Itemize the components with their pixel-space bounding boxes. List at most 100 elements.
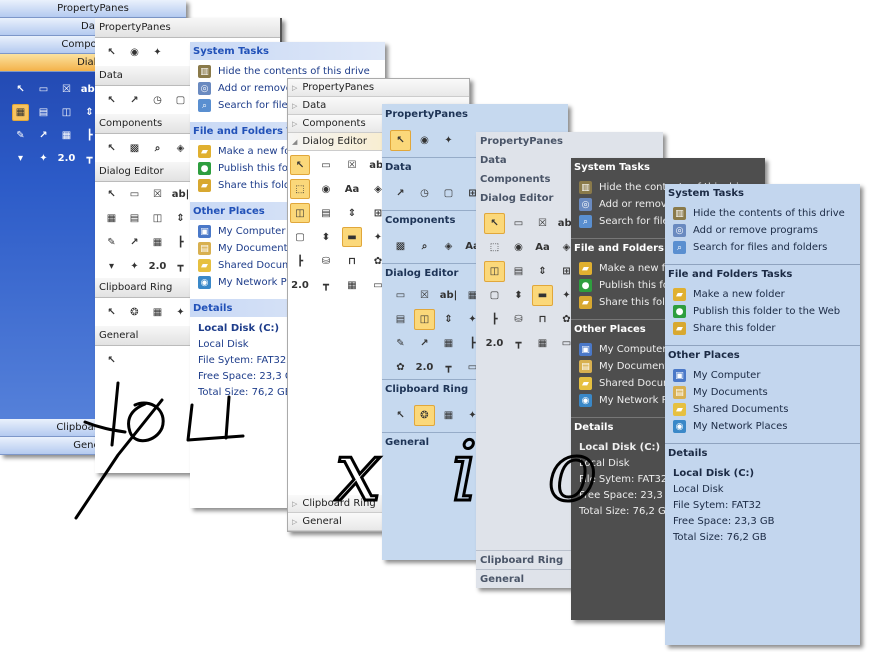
- dialog-icon[interactable]: ▢: [172, 92, 189, 109]
- task-section-header[interactable]: Other Places: [665, 346, 860, 364]
- pointer-icon[interactable]: ↖: [484, 212, 505, 234]
- package-icon[interactable]: ◈: [172, 140, 189, 157]
- updown-icon[interactable]: ⬍: [508, 285, 529, 306]
- ip-address-icon[interactable]: 2.0: [290, 275, 310, 295]
- chart-icon[interactable]: ↗: [414, 333, 435, 354]
- pointer-icon[interactable]: ↖: [290, 155, 310, 175]
- grid-icon[interactable]: ▦: [149, 234, 166, 251]
- section-header[interactable]: PropertyPanes: [382, 104, 568, 124]
- tree-icon[interactable]: ┣: [172, 234, 189, 251]
- tree-icon[interactable]: ┣: [290, 251, 310, 271]
- task-section-header[interactable]: System Tasks: [190, 42, 385, 60]
- checkbox-icon[interactable]: ☒: [149, 186, 166, 203]
- label-icon[interactable]: Aa: [532, 237, 553, 258]
- ip-address-icon[interactable]: 2.0: [484, 333, 505, 354]
- section-header[interactable]: PropertyPanes: [0, 0, 186, 18]
- pointer-icon[interactable]: ↖: [103, 304, 120, 321]
- ip-address-icon[interactable]: 2.0: [58, 150, 76, 167]
- progress-icon[interactable]: ▬: [532, 284, 553, 306]
- image-list-icon[interactable]: ▤: [126, 210, 143, 227]
- slider-icon[interactable]: ┳: [508, 333, 529, 354]
- pointer-icon[interactable]: ↖: [103, 44, 120, 61]
- checkbox-icon[interactable]: ☒: [342, 155, 362, 175]
- vertical-spin-icon[interactable]: ⇕: [342, 203, 362, 223]
- groupbox-icon[interactable]: ⬚: [290, 179, 310, 199]
- database-icon[interactable]: ⛁: [508, 309, 529, 330]
- grid-icon[interactable]: ▦: [532, 333, 553, 354]
- pointer-icon[interactable]: ↖: [103, 140, 120, 157]
- component-icon[interactable]: ✦: [35, 150, 52, 167]
- tab-icon[interactable]: ⊓: [532, 309, 553, 330]
- chart-icon[interactable]: ↗: [390, 183, 411, 204]
- button-icon[interactable]: ▭: [35, 81, 52, 98]
- dialog-icon[interactable]: ▢: [484, 285, 505, 306]
- component-icon[interactable]: ✦: [172, 304, 189, 321]
- picture-icon[interactable]: ▦: [12, 104, 29, 121]
- button-icon[interactable]: ▭: [126, 186, 143, 203]
- custom-icon[interactable]: ✿: [390, 357, 411, 378]
- grid-icon[interactable]: ▦: [438, 333, 459, 354]
- timer-icon[interactable]: ◷: [149, 92, 166, 109]
- spin-icon[interactable]: ◫: [149, 210, 166, 227]
- report-icon[interactable]: ▩: [390, 236, 411, 257]
- picture-icon[interactable]: ▦: [103, 210, 120, 227]
- task-link[interactable]: ▥ Hide the contents of this drive: [665, 205, 860, 222]
- spin-icon[interactable]: ◫: [484, 260, 505, 282]
- pointer-icon[interactable]: ↖: [390, 405, 411, 426]
- task-link[interactable]: ▰ Make a new folder: [665, 286, 860, 303]
- checkbox-icon[interactable]: ☒: [414, 285, 435, 306]
- radio-icon[interactable]: ◉: [508, 237, 529, 258]
- tab-icon[interactable]: ⊓: [342, 251, 362, 271]
- groupbox-icon[interactable]: ⬚: [484, 237, 505, 258]
- pointer-icon[interactable]: ↖: [390, 130, 411, 151]
- grid-icon[interactable]: ▦: [342, 275, 362, 295]
- package-icon[interactable]: ◈: [438, 236, 459, 257]
- button-icon[interactable]: ▭: [390, 285, 411, 306]
- section-header[interactable]: PropertyPanes: [95, 18, 280, 38]
- dialog-icon[interactable]: ▢: [438, 183, 459, 204]
- grid-icon[interactable]: ▦: [149, 304, 166, 321]
- checkbox-icon[interactable]: ☒: [532, 213, 553, 234]
- pointer-icon[interactable]: ↖: [103, 186, 120, 203]
- section-header[interactable]: PropertyPanes: [476, 132, 663, 151]
- pointer-icon[interactable]: ↖: [103, 92, 120, 109]
- combo-icon[interactable]: ▾: [103, 258, 120, 275]
- image-list-icon[interactable]: ▤: [316, 203, 336, 223]
- query-icon[interactable]: ⌕: [149, 140, 166, 157]
- spin-icon[interactable]: ◫: [414, 308, 435, 330]
- spin-icon[interactable]: ◫: [58, 104, 75, 121]
- combo-icon[interactable]: ▾: [12, 150, 29, 167]
- task-section-header[interactable]: System Tasks: [571, 158, 765, 176]
- pointer-icon[interactable]: ↖: [12, 81, 29, 98]
- button-icon[interactable]: ▭: [508, 213, 529, 234]
- task-section-header[interactable]: System Tasks: [665, 184, 860, 202]
- ip-address-icon[interactable]: 2.0: [414, 357, 435, 378]
- image-list-icon[interactable]: ▤: [35, 104, 52, 121]
- radio-icon[interactable]: ◉: [316, 179, 336, 199]
- tree-icon[interactable]: ┣: [484, 309, 505, 330]
- ip-address-icon[interactable]: 2.0: [149, 258, 167, 275]
- timer-icon[interactable]: ◷: [414, 183, 435, 204]
- textbox-icon[interactable]: ab|: [172, 186, 190, 203]
- label-icon[interactable]: Aa: [342, 179, 362, 199]
- report-icon[interactable]: ▩: [126, 140, 143, 157]
- button-icon[interactable]: ▭: [316, 155, 336, 175]
- chart-icon[interactable]: ↗: [126, 92, 143, 109]
- grid-icon[interactable]: ▦: [438, 405, 459, 426]
- task-link[interactable]: ◉ My Network Places: [665, 418, 860, 435]
- grid-icon[interactable]: ▦: [58, 127, 75, 144]
- task-link[interactable]: ▰ Share this folder: [665, 320, 860, 337]
- slider-icon[interactable]: ┳: [316, 275, 336, 295]
- chart-icon[interactable]: ↗: [126, 234, 143, 251]
- edit-list-icon[interactable]: ✎: [103, 234, 120, 251]
- query-icon[interactable]: ⌕: [414, 236, 435, 257]
- image-list-icon[interactable]: ▤: [390, 309, 411, 330]
- bug-icon[interactable]: ❂: [414, 405, 435, 426]
- slider-icon[interactable]: ┳: [172, 258, 189, 275]
- chart-icon[interactable]: ↗: [35, 127, 52, 144]
- task-section-header[interactable]: File and Folders Tasks: [665, 265, 860, 283]
- updown-icon[interactable]: ⬍: [316, 227, 336, 247]
- radio-icon[interactable]: ◉: [414, 130, 435, 151]
- edit-list-icon[interactable]: ✎: [12, 127, 29, 144]
- spin-icon[interactable]: ◫: [290, 203, 310, 223]
